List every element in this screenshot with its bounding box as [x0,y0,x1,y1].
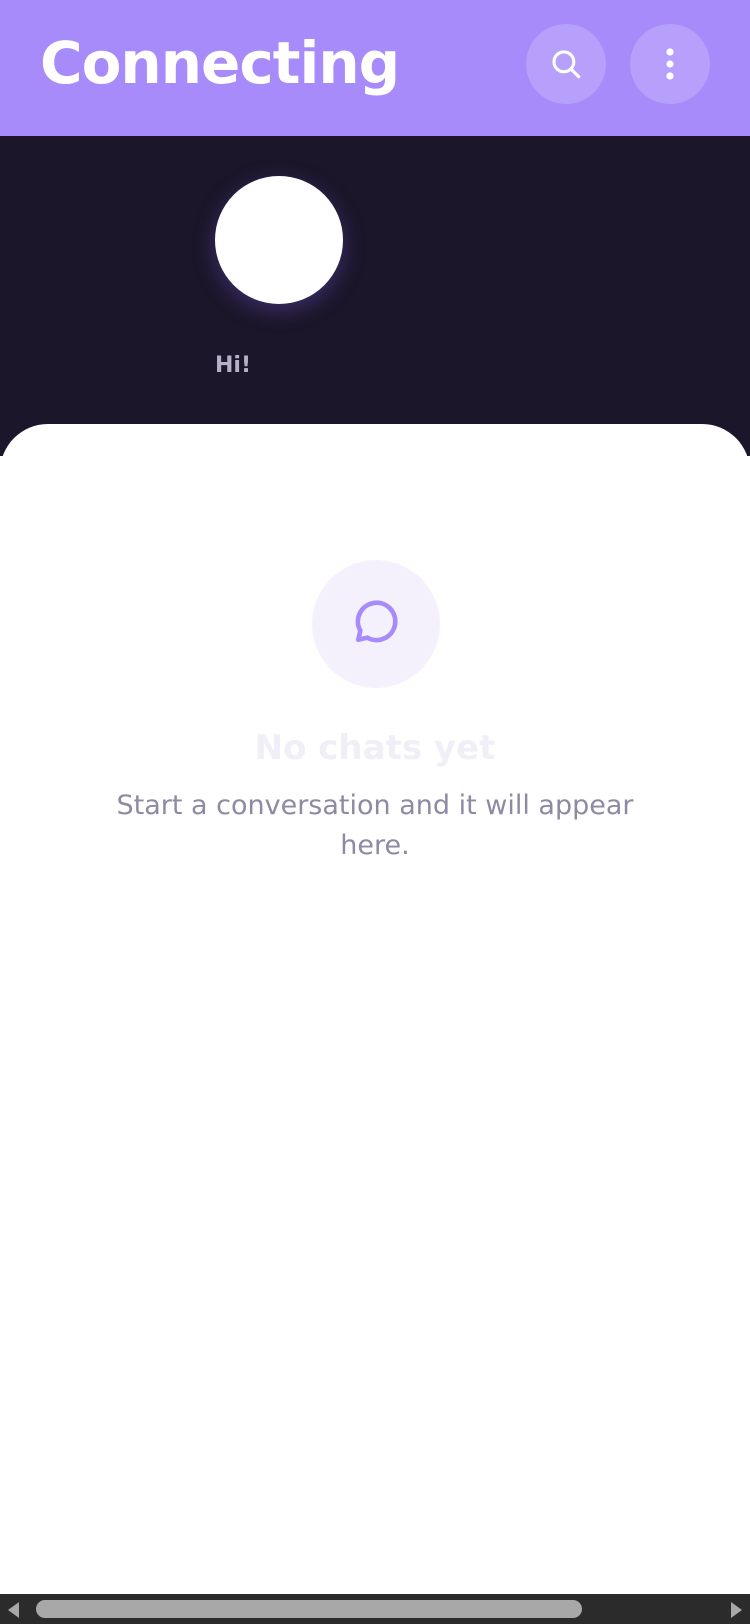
more-options-button[interactable] [630,24,710,104]
more-vertical-icon [665,47,675,81]
scroll-right-arrow-icon[interactable] [731,1602,742,1618]
top-app-bar: Connecting [0,0,750,136]
story-item[interactable]: Hi! [215,176,343,378]
avatar[interactable] [215,176,343,304]
chat-bubble-icon [348,594,404,654]
scrollbar-thumb[interactable] [36,1600,582,1618]
empty-state-icon-container [312,560,440,688]
stories-strip: Hi! [0,136,750,456]
horizontal-scrollbar[interactable] [0,1594,750,1624]
empty-state-subtitle: Start a conversation and it will appear … [116,790,634,861]
story-label: Hi! [215,353,251,378]
search-button[interactable] [526,24,606,104]
scroll-left-arrow-icon[interactable] [8,1602,19,1618]
empty-state-title: No chats yet [254,728,496,768]
app-screen: Connecting Hi! No chats yet Start a conv… [0,0,750,1624]
page-title: Connecting [40,29,400,97]
search-icon [549,47,583,81]
chat-list-sheet: No chats yet Start a conversation and it… [0,424,750,1594]
